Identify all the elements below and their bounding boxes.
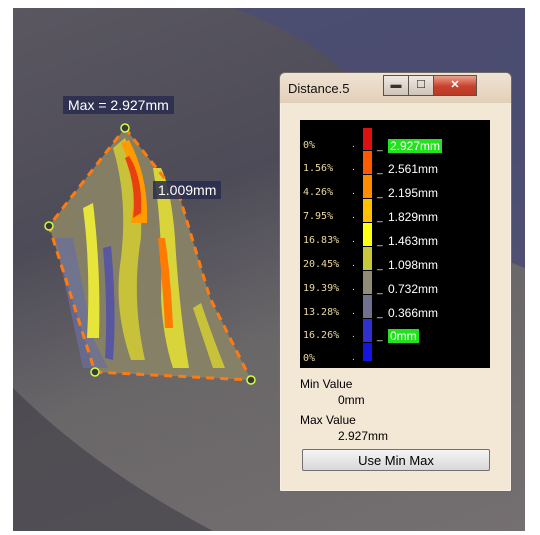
legend-percentage: 20.45% — [303, 259, 340, 270]
legend-percentage: 7.95% — [303, 211, 334, 222]
max-value-label: Max Value — [300, 413, 356, 427]
legend-percentage: 13.28% — [303, 307, 340, 318]
minimize-button[interactable]: ▬ — [383, 75, 409, 96]
dialog-title: Distance.5 — [288, 81, 350, 96]
legend-value-max: 2.927mm — [388, 139, 443, 153]
legend-value: 0.366mm — [388, 306, 439, 320]
legend-percentage: 4.26% — [303, 187, 334, 198]
legend-dot: . — [352, 282, 355, 293]
legend-tick: _ — [377, 236, 383, 247]
legend-percentage: 16.83% — [303, 235, 340, 246]
legend-value-min: 0mm — [388, 329, 419, 343]
legend-percentage: 1.56% — [303, 163, 334, 174]
legend-percentage: 0% — [303, 140, 316, 151]
legend-dot: . — [352, 234, 355, 245]
legend-tick: _ — [377, 164, 383, 175]
legend-swatch — [363, 247, 372, 270]
legend-dot: . — [352, 352, 355, 363]
legend-swatch — [363, 128, 372, 150]
close-button[interactable]: ✕ — [433, 75, 477, 96]
distance-dialog: Distance.5 ▬ ☐ ✕ 0% 1.56% 4.26% 7.95% 16… — [279, 72, 512, 492]
legend-tick: _ — [377, 260, 383, 271]
legend-swatch — [363, 319, 372, 342]
legend-dot: . — [352, 306, 355, 317]
legend-dot: . — [352, 162, 355, 173]
legend-percentage: 19.39% — [303, 283, 340, 294]
legend-swatch — [363, 295, 372, 318]
legend-value: 1.463mm — [388, 234, 439, 248]
min-value: 0mm — [338, 393, 365, 407]
legend-tick: _ — [377, 212, 383, 223]
min-value-label: Min Value — [300, 377, 353, 391]
legend-percentage: 0% — [303, 353, 316, 364]
legend-value: 0.732mm — [388, 282, 439, 296]
legend-tick: _ — [377, 188, 383, 199]
legend-swatch — [363, 175, 372, 198]
point-deviation-label: 1.009mm — [153, 181, 222, 199]
legend-swatch — [363, 199, 372, 222]
legend-value: 2.195mm — [388, 186, 439, 200]
use-min-max-button[interactable]: Use Min Max — [302, 449, 490, 471]
legend-tick: _ — [377, 331, 383, 342]
max-value: 2.927mm — [338, 429, 389, 443]
legend-value: 1.829mm — [388, 210, 439, 224]
legend-swatch — [363, 271, 372, 294]
legend-dot: . — [352, 210, 355, 221]
legend-dot: . — [352, 139, 355, 150]
dialog-titlebar[interactable]: Distance.5 ▬ ☐ ✕ — [280, 73, 511, 103]
legend-swatch — [363, 151, 372, 174]
legend-dot: . — [352, 186, 355, 197]
legend-dot: . — [352, 329, 355, 340]
legend-tick: _ — [377, 308, 383, 319]
legend-tick: _ — [377, 284, 383, 295]
legend-percentage: 16.26% — [303, 330, 340, 341]
legend-tick: _ — [377, 141, 383, 152]
legend-value: 2.561mm — [388, 162, 439, 176]
color-legend: 0% 1.56% 4.26% 7.95% 16.83% 20.45% 19.39… — [300, 120, 490, 368]
legend-dot: . — [352, 258, 355, 269]
deviation-patch — [44, 123, 256, 385]
legend-swatch — [363, 223, 372, 246]
legend-swatch — [363, 343, 372, 361]
legend-value: 1.098mm — [388, 258, 439, 272]
max-deviation-label: Max = 2.927mm — [63, 96, 174, 114]
maximize-button[interactable]: ☐ — [408, 75, 434, 96]
